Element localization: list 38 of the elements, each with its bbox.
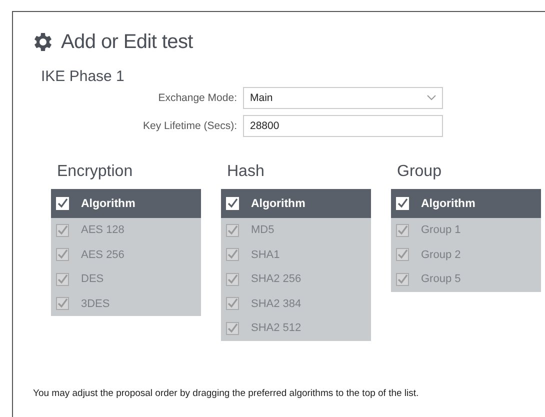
checkbox[interactable] xyxy=(56,224,68,237)
checkbox[interactable] xyxy=(56,248,68,262)
chevron-down-icon xyxy=(427,95,436,101)
algorithm-name: Group 2 xyxy=(421,248,461,261)
table-title: Hash xyxy=(227,163,266,181)
column-header: Algorithm xyxy=(251,198,306,210)
checkbox[interactable] xyxy=(396,272,408,286)
algorithm-name: 3DES xyxy=(81,298,110,310)
checkbox[interactable] xyxy=(226,297,238,310)
input-field[interactable]: 28800 xyxy=(243,115,443,137)
checkbox[interactable] xyxy=(226,322,238,335)
table-title: Group xyxy=(397,163,442,181)
table-title: Encryption xyxy=(57,163,134,181)
algorithm-name: MD5 xyxy=(251,224,274,236)
algorithm-name: SHA2 384 xyxy=(251,298,302,310)
algorithm-name: Group 5 xyxy=(421,273,461,286)
algorithm-name: SHA2 256 xyxy=(251,273,302,286)
algorithm-name: Group 1 xyxy=(421,224,461,236)
checkbox[interactable] xyxy=(396,224,408,237)
column-header: Algorithm xyxy=(421,198,476,210)
column-header: Algorithm xyxy=(81,198,136,210)
algorithm-name: SHA1 xyxy=(251,248,280,261)
dialog-title: Add or Edit test xyxy=(61,30,193,54)
field-label: Key Lifetime (Secs): xyxy=(142,120,237,132)
checkbox[interactable] xyxy=(226,272,238,286)
checkbox[interactable] xyxy=(226,248,238,262)
checkbox[interactable] xyxy=(56,297,68,310)
section-heading: IKE Phase 1 xyxy=(41,68,126,85)
algorithm-name: AES 128 xyxy=(81,224,124,236)
checkbox[interactable] xyxy=(56,272,68,286)
algorithm-name: DES xyxy=(81,273,104,286)
checkbox[interactable] xyxy=(226,224,238,237)
algorithm-name: AES 256 xyxy=(81,248,124,261)
select-field[interactable]: Main xyxy=(243,87,443,109)
hint-text: You may adjust the proposal order by dragging the preferred algorithms to the top of the list. xyxy=(33,388,420,401)
algorithm-name: SHA2 512 xyxy=(251,322,302,334)
checkbox[interactable] xyxy=(396,248,408,262)
field-label: Exchange Mode: xyxy=(157,92,237,104)
